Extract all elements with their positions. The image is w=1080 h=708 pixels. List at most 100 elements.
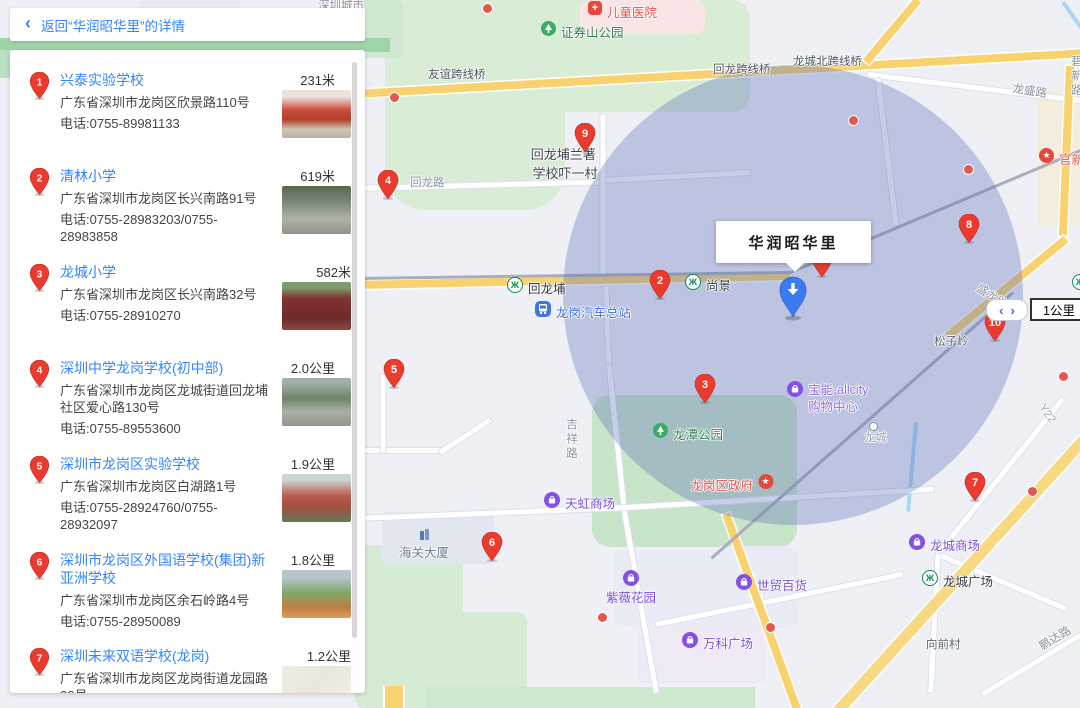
poi-label: 海关大厦 <box>399 542 449 561</box>
list-item-distance: 582米 <box>316 262 351 281</box>
map-marker-8[interactable]: 8 <box>958 214 980 249</box>
streetview-icon[interactable] <box>338 167 351 183</box>
list-item-address: 广东省深圳市龙岗区白湖路1号 <box>60 478 269 495</box>
red-dot-poi <box>482 3 493 14</box>
svg-text:6: 6 <box>489 537 495 549</box>
poi-star: ★ 官新 <box>1039 148 1080 168</box>
back-button[interactable]: ‹ 返回“华润昭华里”的详情 <box>10 8 365 41</box>
poi-label: 官新 <box>1059 149 1080 168</box>
streetview-icon[interactable] <box>338 71 351 87</box>
red-dot-poi <box>1058 371 1069 382</box>
pan-right-icon[interactable]: › <box>1011 304 1015 317</box>
list-item-address: 广东省深圳市龙岗区欣景路110号 <box>60 94 269 111</box>
map-text-label: 吉祥路 <box>563 418 579 462</box>
list-item-title[interactable]: 深圳市龙岗区外国语学校(集团)新亚洲学校 <box>60 551 269 587</box>
list-item-phone: 电话:0755-89981133 <box>60 115 269 132</box>
road-segment <box>355 448 443 453</box>
poi-bus: 龙岗汽车总站 <box>535 301 631 321</box>
map-marker-2[interactable]: 2 <box>649 270 671 305</box>
shopping-poi-icon <box>787 381 803 397</box>
bus-station-icon <box>535 301 551 317</box>
list-item-photo[interactable] <box>282 666 351 693</box>
poi-label: 世贸百货 <box>757 575 807 594</box>
poi-label: 龙岗区政府 <box>690 475 753 494</box>
shopping-poi-icon <box>909 534 925 550</box>
list-item[interactable]: 2清林小学广东省深圳市龙岗区长兴南路91号电话:0755-28983203/07… <box>10 158 365 254</box>
poi-metro: Ж <box>1072 274 1080 290</box>
list-item-phone: 电话:0755-28924760/0755-28932097 <box>60 499 269 533</box>
red-dot-poi <box>597 612 608 623</box>
star-poi-icon: ★ <box>758 474 773 489</box>
red-dot-poi <box>848 115 859 126</box>
svg-text:8: 8 <box>966 219 972 231</box>
map-text-label: 松子岭 <box>934 333 969 349</box>
pan-left-icon[interactable]: ‹ <box>999 304 1003 317</box>
map-marker-5[interactable]: 5 <box>383 359 405 394</box>
streetview-icon[interactable] <box>338 455 351 471</box>
map-marker-4[interactable]: 4 <box>377 170 399 205</box>
center-location-pin[interactable] <box>776 273 810 326</box>
list-item-photo[interactable] <box>282 378 351 426</box>
poi-bag: 龙城商场 <box>909 534 980 554</box>
map-area-block <box>425 687 755 708</box>
park-icon <box>653 423 668 438</box>
svg-text:3: 3 <box>702 379 708 391</box>
list-item-photo[interactable] <box>282 282 351 330</box>
poi-bag: 紫薇花园 <box>606 570 656 606</box>
results-list: 1 兴泰实验学校广东省深圳市龙岗区欣景路110号电话:0755-89981133 2… <box>10 50 365 693</box>
list-item-photo[interactable] <box>282 474 351 522</box>
list-item-title[interactable]: 龙城小学 <box>60 263 269 281</box>
list-item-photo[interactable] <box>282 186 351 234</box>
road-segment <box>863 0 921 65</box>
list-item[interactable]: 4深圳中学龙岗学校(初中部)广东省深圳市龙岗区龙城街道回龙埔社区爱心路130号电… <box>10 350 365 446</box>
metro-station-icon: Ж <box>685 274 701 290</box>
map-text-label: 龙城 <box>864 429 887 445</box>
svg-text:7: 7 <box>37 653 43 664</box>
panel-scrollbar[interactable] <box>352 62 357 638</box>
poi-label: 证券山公园 <box>561 22 624 41</box>
map-pan-toggle[interactable]: ‹› <box>986 299 1028 321</box>
list-item-photo[interactable] <box>282 570 351 618</box>
results-panel: 1 兴泰实验学校广东省深圳市龙岗区欣景路110号电话:0755-89981133 2… <box>10 50 365 693</box>
road-segment <box>439 418 492 455</box>
list-item[interactable]: 5 深圳市龙岗区实验学校广东省深圳市龙岗区白湖路1号电话:0755-2892476… <box>10 446 365 542</box>
map-text-label: 向前村 <box>926 636 961 652</box>
star-poi-icon: ★ <box>1039 148 1054 163</box>
poi-building: 海关大厦 <box>399 528 449 561</box>
list-item-distance: 1.2公里 <box>307 646 351 665</box>
map-text-label: 碧新路 <box>1068 55 1080 99</box>
list-item[interactable]: 1兴泰实验学校广东省深圳市龙岗区欣景路110号电话:0755-899811332… <box>10 62 365 158</box>
poi-label: 回龙埔 <box>528 278 566 297</box>
map-marker-3[interactable]: 3 <box>694 374 716 409</box>
poi-star: ★ 龙岗区政府 <box>690 474 773 494</box>
list-item-phone: 电话:0755-28950089 <box>60 613 269 630</box>
list-item-title[interactable]: 深圳未来双语学校(龙岗) <box>60 647 269 665</box>
list-item-pin: 3 <box>29 264 50 297</box>
map-text-label: 回龙跨线桥 <box>713 61 771 77</box>
center-poi-label[interactable]: 华润昭华里 <box>716 221 871 263</box>
list-item[interactable]: 7 深圳未来双语学校(龙岗) 广东省深圳市龙岗区龙岗街道龙园路28号 1.2公里 <box>10 638 365 693</box>
list-item-address: 广东省深圳市龙岗区长兴南路32号 <box>60 286 269 303</box>
shopping-poi-icon <box>682 632 698 648</box>
svg-text:1: 1 <box>37 77 43 88</box>
list-item-title[interactable]: 深圳市龙岗区实验学校 <box>60 455 269 473</box>
list-item-pin: 1 <box>29 72 50 105</box>
list-item-address: 广东省深圳市龙岗区龙岗街道龙园路28号 <box>60 670 269 693</box>
map-marker-9[interactable]: 9 <box>574 123 596 158</box>
list-item[interactable]: 6深圳市龙岗区外国语学校(集团)新亚洲学校广东省深圳市龙岗区余石岭路4号电话:0… <box>10 542 365 638</box>
metro-station-icon: Ж <box>507 277 523 293</box>
list-item-title[interactable]: 清林小学 <box>60 167 269 185</box>
map-marker-7[interactable]: 7 <box>964 472 986 507</box>
list-item-title[interactable]: 兴泰实验学校 <box>60 71 269 89</box>
streetview-icon[interactable] <box>338 551 351 567</box>
streetview-icon[interactable] <box>338 359 351 375</box>
list-item-photo[interactable] <box>282 90 351 138</box>
list-item-title[interactable]: 深圳中学龙岗学校(初中部) <box>60 359 269 377</box>
map-text-label: 龙城北跨线桥 <box>793 53 862 69</box>
map-marker-6[interactable]: 6 <box>481 532 503 567</box>
svg-text:5: 5 <box>37 461 43 472</box>
map-text-label: 友谊跨线桥 <box>428 66 486 82</box>
list-item-pin: 6 <box>29 552 50 585</box>
park-icon <box>541 21 556 36</box>
list-item[interactable]: 3龙城小学广东省深圳市龙岗区长兴南路32号电话:0755-28910270582… <box>10 254 365 350</box>
